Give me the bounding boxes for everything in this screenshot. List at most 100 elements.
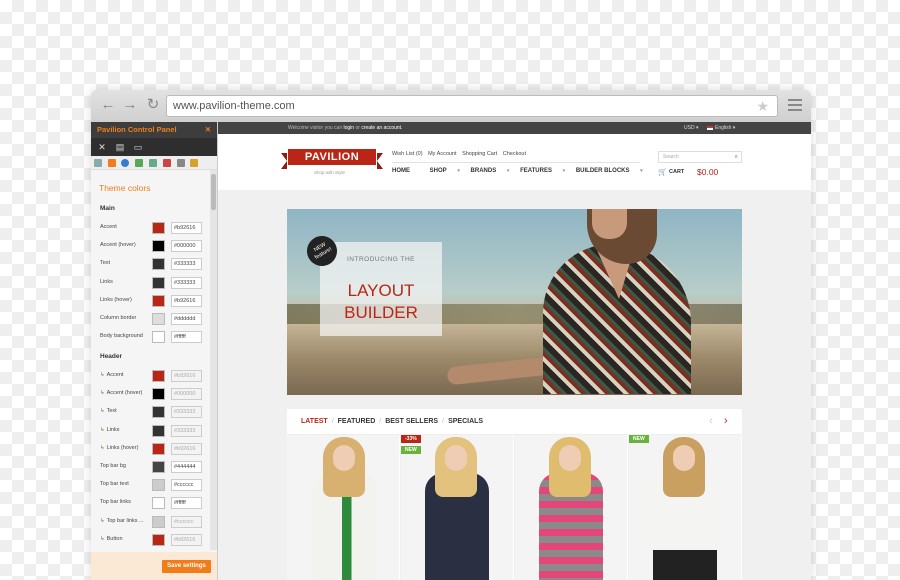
nav-home[interactable]: HOME (392, 168, 419, 174)
color-swatch[interactable] (152, 497, 165, 510)
inherit-arrow-icon[interactable]: ↳ (100, 536, 105, 542)
color-swatch[interactable] (152, 406, 165, 419)
search-input[interactable]: Search ⌕ (658, 151, 742, 163)
color-swatch[interactable] (152, 294, 165, 307)
color-hex-input[interactable]: #333333 (171, 406, 202, 419)
color-hex-input[interactable]: #b92616 (171, 442, 202, 455)
scroll-thumb[interactable] (211, 174, 216, 210)
next-arrow-icon[interactable]: › (724, 415, 728, 427)
color-swatch[interactable] (152, 331, 165, 344)
panel-icon-row (91, 156, 217, 170)
color-hex-input[interactable]: #dddddd (171, 313, 202, 325)
nav-builder-blocks[interactable]: BUILDER BLOCKS ▾ (576, 168, 643, 174)
inherit-arrow-icon[interactable]: ↳ (100, 390, 105, 396)
color-setting-label: ↳ Accent (100, 372, 124, 378)
color-hex-input[interactable]: #b92616 (171, 533, 202, 546)
my-account-link[interactable]: My Account (428, 151, 456, 157)
inherit-arrow-icon[interactable]: ↳ (100, 427, 105, 433)
tab-specials[interactable]: SPECIALS (448, 418, 483, 425)
product-card[interactable] (515, 435, 628, 580)
color-swatch[interactable] (152, 388, 165, 401)
header-heading: Header (100, 353, 123, 360)
color-setting-row: Top bar links #ffffff (100, 497, 208, 510)
currency-select[interactable]: USD ▾ (684, 122, 698, 134)
prev-arrow-icon[interactable]: ‹ (709, 415, 713, 427)
bookmark-star-icon[interactable]: ★ (756, 96, 769, 116)
color-hex-input[interactable]: #b92616 (171, 294, 202, 307)
color-hex-input[interactable]: #ffffff (171, 331, 202, 344)
color-swatch[interactable] (152, 424, 165, 437)
palette-icon[interactable] (108, 159, 116, 167)
layout-tab-icon[interactable]: ▤ (113, 141, 127, 153)
welcome-text: Welcome visitor you can login or create … (288, 125, 403, 131)
color-hex-input[interactable]: #cccccc (171, 515, 202, 528)
login-link[interactable]: login (344, 125, 355, 131)
color-wheel-icon[interactable] (121, 159, 129, 167)
color-swatch[interactable] (152, 222, 165, 234)
back-icon[interactable]: ← (99, 96, 117, 114)
nav-brands[interactable]: BRANDS ▾ (471, 168, 510, 174)
product-card[interactable] (629, 435, 742, 580)
nav-features[interactable]: FEATURES ▾ (520, 168, 565, 174)
product-card[interactable] (287, 435, 400, 580)
color-swatch[interactable] (152, 276, 165, 289)
product-model-face (559, 445, 581, 471)
language-select[interactable]: English ▾ (707, 122, 735, 134)
product-card[interactable] (401, 435, 514, 580)
color-swatch[interactable] (152, 442, 165, 455)
color-swatch[interactable] (152, 461, 165, 473)
create-account-link[interactable]: create an account. (361, 125, 402, 131)
color-swatch[interactable] (152, 479, 165, 492)
color-swatch[interactable] (152, 370, 165, 382)
close-icon[interactable]: ✕ (205, 122, 211, 138)
color-swatch[interactable] (152, 258, 165, 271)
color-hex-input[interactable]: #333333 (171, 276, 202, 289)
save-settings-button[interactable]: Save settings (162, 560, 211, 573)
address-bar[interactable]: www.pavilion-theme.com ★ (166, 95, 778, 117)
panel-scrollbar[interactable] (210, 170, 217, 550)
color-swatch[interactable] (152, 313, 165, 325)
inherit-arrow-icon[interactable]: ↳ (100, 408, 105, 414)
product-model-face (673, 445, 695, 471)
cart-icon[interactable]: 🛒 (658, 168, 667, 176)
cart-label[interactable]: CART (669, 169, 684, 175)
reload-icon[interactable]: ↻ (144, 96, 162, 114)
site-logo[interactable]: PAVILION (281, 149, 383, 169)
checkout-link[interactable]: Checkout (503, 151, 526, 157)
hero-banner[interactable]: INTRODUCING THE LAYOUT BUILDER NEW feature… (287, 209, 742, 395)
inherit-arrow-icon[interactable]: ↳ (100, 445, 105, 451)
tab-latest[interactable]: LATEST (301, 418, 328, 425)
color-hex-input[interactable]: #cccccc (171, 479, 202, 492)
tab-featured[interactable]: FEATURED (338, 418, 376, 425)
color-hex-input[interactable]: #b92616 (171, 222, 202, 234)
color-setting-row: Links #333333 (100, 276, 208, 289)
color-hex-input[interactable]: #333333 (171, 424, 202, 437)
color-hex-input[interactable]: #444444 (171, 461, 202, 473)
forward-icon[interactable]: → (121, 96, 139, 114)
color-hex-input[interactable]: #ffffff (171, 497, 202, 510)
inherit-arrow-icon[interactable]: ↳ (100, 518, 105, 524)
background-icon[interactable] (149, 159, 157, 167)
color-hex-input[interactable]: #333333 (171, 258, 202, 271)
color-hex-input[interactable]: #b92616 (171, 370, 202, 382)
shopping-cart-link[interactable]: Shopping Cart (462, 151, 497, 157)
search-icon[interactable]: ⌕ (735, 152, 738, 162)
image-icon[interactable] (135, 159, 143, 167)
color-swatch[interactable] (152, 240, 165, 253)
color-swatch[interactable] (152, 533, 165, 546)
color-hex-input[interactable]: #000000 (171, 388, 202, 401)
wishlist-link[interactable]: Wish List (0) (392, 151, 423, 157)
color-hex-input[interactable]: #000000 (171, 240, 202, 253)
image-tab-icon[interactable]: ▭ (131, 141, 145, 153)
folder-icon[interactable] (190, 159, 198, 167)
inherit-arrow-icon[interactable]: ↳ (100, 372, 105, 378)
nav-shop[interactable]: SHOP ▾ (430, 168, 460, 174)
grid-icon[interactable] (177, 159, 185, 167)
color-swatch[interactable] (152, 515, 165, 528)
color-setting-label: Body background (100, 333, 143, 340)
tab-best-sellers[interactable]: BEST SELLERS (385, 418, 438, 425)
tools-icon[interactable]: ✕ (95, 141, 109, 153)
browser-menu-icon[interactable] (788, 99, 802, 111)
settings-icon[interactable] (94, 159, 102, 167)
font-icon[interactable] (163, 159, 171, 167)
